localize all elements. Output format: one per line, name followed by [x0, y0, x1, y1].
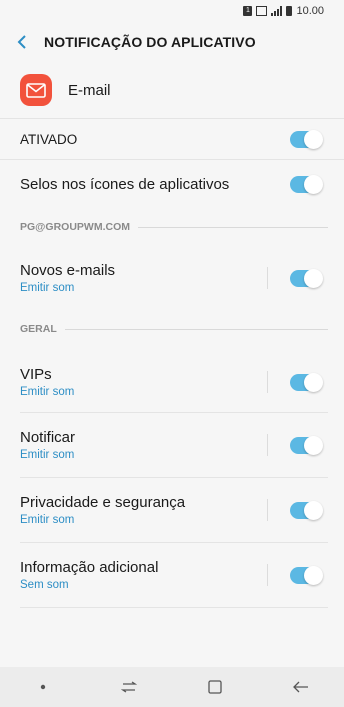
privacy-title: Privacidade e segurança [20, 494, 186, 511]
additional-info-sound[interactable]: Sem som [20, 579, 267, 591]
battery-icon [286, 6, 293, 16]
privacy-row[interactable]: Privacidade e segurança Emitir som [0, 479, 344, 541]
enabled-row[interactable]: ATIVADO [0, 119, 344, 159]
home-icon [208, 680, 222, 694]
privacy-sound[interactable]: Emitir som [20, 514, 267, 526]
vips-sound[interactable]: Emitir som [20, 386, 267, 398]
vips-row[interactable]: VIPs Emitir som [0, 352, 344, 412]
notify-toggle[interactable] [290, 435, 323, 455]
navigation-bar [0, 667, 344, 707]
badges-label: Selos nos ícones de aplicativos [20, 175, 230, 193]
vertical-separator [267, 434, 268, 456]
additional-info-title: Informação adicional [20, 559, 159, 576]
enabled-toggle[interactable] [290, 129, 323, 149]
privacy-text: Privacidade e segurança Emitir som [0, 494, 267, 526]
toggle-knob [304, 268, 323, 288]
back-icon [293, 681, 308, 693]
notify-row[interactable]: Notificar Emitir som [0, 414, 344, 476]
divider [20, 477, 328, 478]
additional-info-row[interactable]: Informação adicional Sem som [0, 544, 344, 606]
toggle-knob [304, 372, 323, 392]
section-account-label: PG@GROUPWM.COM [20, 221, 130, 233]
section-general: GERAL [20, 321, 328, 337]
vertical-separator [267, 499, 268, 521]
vertical-separator [267, 371, 268, 393]
new-emails-sound[interactable]: Emitir som [20, 282, 267, 294]
recents-icon [121, 681, 137, 693]
chevron-left-icon [17, 35, 26, 49]
enabled-label: ATIVADO [20, 131, 78, 147]
status-bar: 1 10.00 [0, 0, 344, 22]
notify-text: Notificar Emitir som [0, 429, 267, 461]
vertical-separator [267, 564, 268, 586]
email-app-icon [20, 74, 52, 106]
back-button[interactable] [0, 22, 44, 62]
toggle-knob [304, 565, 323, 585]
notify-title: Notificar [20, 429, 76, 446]
additional-info-toggle[interactable] [290, 565, 323, 585]
vertical-separator [267, 267, 268, 289]
recents-button[interactable] [109, 667, 149, 707]
badges-row[interactable]: Selos nos ícones de aplicativos [0, 160, 344, 208]
signal-icon [271, 6, 283, 16]
additional-info-text: Informação adicional Sem som [0, 559, 267, 591]
back-nav-button[interactable] [281, 667, 321, 707]
notify-sound[interactable]: Emitir som [20, 449, 267, 461]
section-line [64, 328, 328, 330]
vips-toggle[interactable] [290, 372, 323, 392]
status-time: 10.00 [296, 5, 324, 17]
divider [20, 542, 328, 543]
section-general-label: GERAL [20, 323, 57, 335]
section-account: PG@GROUPWM.COM [20, 219, 328, 235]
dot-button[interactable] [23, 667, 63, 707]
toggle-knob [304, 129, 323, 149]
toggle-knob [304, 435, 323, 455]
wifi-icon [256, 6, 268, 16]
badges-toggle[interactable] [290, 174, 323, 194]
page-title: NOTIFICAÇÃO DO APLICATIVO [44, 34, 256, 50]
privacy-toggle[interactable] [290, 500, 323, 520]
toggle-knob [304, 174, 323, 194]
home-button[interactable] [195, 667, 235, 707]
vips-text: VIPs Emitir som [0, 366, 267, 398]
app-header: E-mail [0, 62, 344, 119]
divider [20, 607, 328, 608]
new-emails-text: Novos e-mails Emitir som [0, 262, 267, 294]
section-line [137, 226, 328, 228]
dot-icon [40, 684, 46, 690]
app-name: E-mail [68, 81, 111, 99]
toggle-knob [304, 500, 323, 520]
new-emails-row[interactable]: Novos e-mails Emitir som [0, 250, 344, 306]
divider [20, 412, 328, 413]
top-bar: NOTIFICAÇÃO DO APLICATIVO [0, 22, 344, 62]
envelope-icon [26, 82, 46, 98]
vips-title: VIPs [20, 366, 52, 383]
sim-icon: 1 [243, 6, 253, 16]
new-emails-title: Novos e-mails [20, 262, 116, 279]
new-emails-toggle[interactable] [290, 268, 323, 288]
